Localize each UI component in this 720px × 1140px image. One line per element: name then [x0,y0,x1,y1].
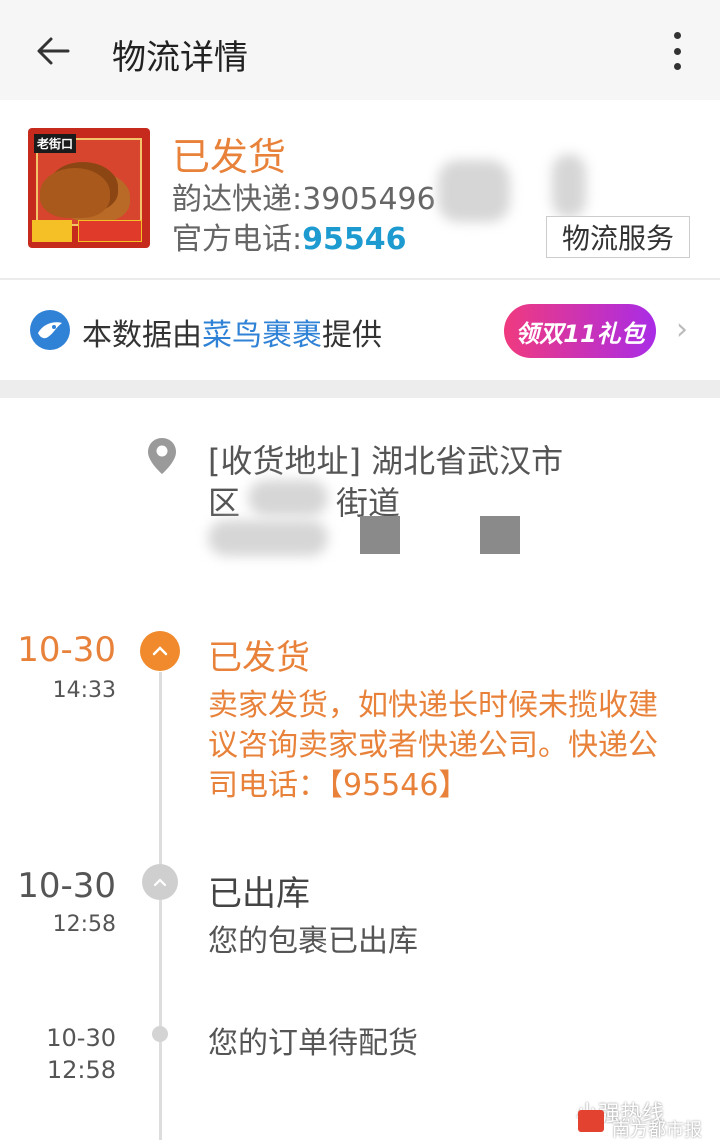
product-sticker [78,220,142,242]
timeline-track [159,672,162,1140]
section-separator [0,380,720,398]
redaction-mosaic [360,516,400,554]
package-card: 老街口 已发货 韵达快递:3905496 官方电话:95546 物流服务 [0,100,720,278]
tracking-number[interactable]: 3905496 [302,182,436,217]
chevron-up-icon [152,646,168,656]
location-pin-icon [148,438,176,474]
timeline-current-dot [140,631,180,671]
data-provider-row[interactable]: 本数据由菜鸟裹裹提供 领双11礼包 › [0,280,720,380]
product-brand-mark: 老街口 [34,134,77,153]
event-description: 您的包裹已出库 [208,924,418,959]
event-date: 10-30 [17,630,116,670]
cainiao-logo-icon [30,310,70,350]
redaction-blur [248,480,328,516]
product-sticker [32,220,72,242]
more-dot-icon [673,47,681,55]
event-time: 14:33 [52,678,116,703]
shipping-address-line: [收货地址] 湖北省武汉市 [208,442,564,480]
page-title: 物流详情 [112,38,248,78]
courier-label: 韵达快递: [172,182,303,217]
back-button[interactable] [30,28,76,74]
redaction-blur [208,520,328,556]
logistics-service-button[interactable]: 物流服务 [546,216,690,258]
event-date: 10-30 [17,866,116,906]
chevron-right-icon[interactable]: › [676,312,688,347]
shipment-status: 已发货 [172,135,287,179]
provider-prefix: 本数据由 [82,318,202,353]
event-description: 卖家发货，如快递长时候未揽收建议咨询卖家或者快递公司。快递公司电话：【95546… [208,688,658,803]
product-food-graphic [40,168,110,218]
phone-number-link[interactable]: 95546 [302,222,406,257]
more-dot-icon [673,63,681,70]
redaction-mosaic [480,516,520,554]
official-phone: 官方电话:95546 [172,214,406,258]
timeline-minor-dot [152,1026,168,1042]
data-provider-text: 本数据由菜鸟裹裹提供 [82,310,382,354]
more-dot-icon [673,32,681,39]
chevron-up-icon [153,878,167,887]
event-time: 12:58 [46,1056,116,1084]
event-date: 10-30 [46,1024,116,1052]
redaction-blur [552,154,586,218]
arrow-left-icon [37,37,70,65]
claim-gift-button[interactable]: 领双11礼包 [504,304,656,358]
phone-label: 官方电话: [172,222,303,257]
event-title: 已出库 [208,874,310,914]
top-bar: 物流详情 [0,0,720,100]
event-title: 已发货 [208,638,310,678]
event-description: 您的订单待配货 [208,1026,418,1061]
product-thumbnail[interactable]: 老街口 [28,128,150,248]
more-options-button[interactable] [662,28,692,74]
event-time: 12:58 [52,912,116,937]
redaction-blur [438,160,510,222]
provider-brand: 菜鸟裹裹 [202,318,322,353]
watermark-source: 南方都市报 [612,1120,702,1140]
newspaper-logo [578,1110,604,1132]
address-district: 区 [208,484,241,522]
timeline-past-dot [142,864,178,900]
courier-tracking: 韵达快递:3905496 [172,174,436,218]
bird-icon [38,322,62,339]
provider-suffix: 提供 [322,318,382,353]
